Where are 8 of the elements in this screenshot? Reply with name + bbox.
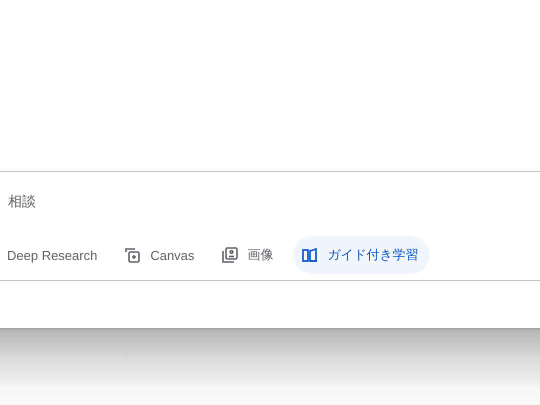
tool-button[interactable]: Canvas [117,236,206,274]
canvas-icon [124,246,142,264]
prompt-input-field[interactable]: 相談 [8,193,308,209]
tool-button[interactable]: 画像 [214,236,286,274]
tool-button[interactable]: Deep Research [0,236,110,274]
tool-button[interactable]: ガイド付き学習 [293,236,430,274]
image-icon [221,246,240,264]
book-icon [301,246,320,264]
